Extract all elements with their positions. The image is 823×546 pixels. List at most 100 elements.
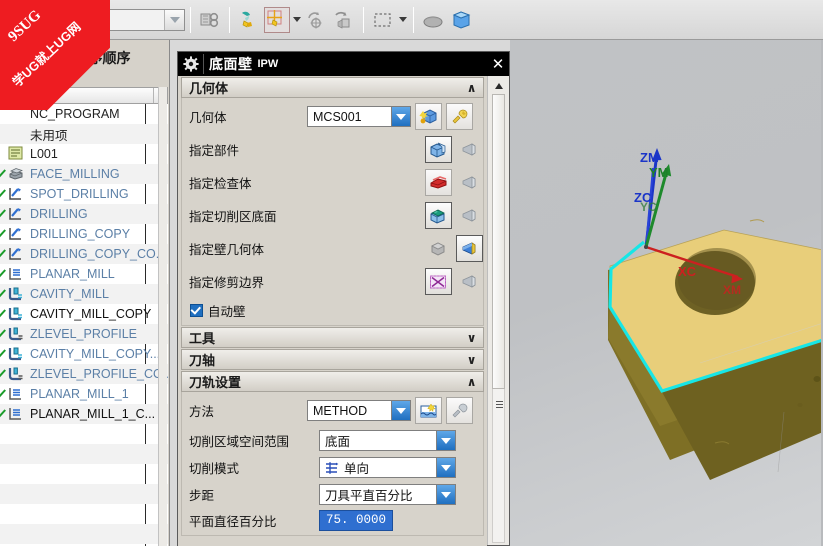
tree-row[interactable]: DRILLING_COPY_CO... (0, 244, 168, 264)
chevron-down-icon[interactable] (436, 431, 455, 450)
toolbar-grip[interactable] (2, 6, 9, 33)
dialog-title-text: 底面壁 (209, 56, 253, 72)
specify-trim-display-button[interactable] (456, 268, 484, 295)
specify-cut-floor-display-button[interactable] (456, 202, 484, 229)
wcs-dynamics-icon[interactable] (303, 7, 329, 33)
specify-part-select-button[interactable] (425, 136, 453, 163)
tree-row[interactable]: CAVITY_MILL_COPY... (0, 344, 168, 364)
tree-row[interactable]: NC_PROGRAM (0, 104, 168, 124)
specify-wall-select-button[interactable] (425, 235, 453, 262)
checkmark-icon[interactable] (0, 288, 7, 301)
dialog-body: 几何体 ∧ 几何体 MCS001 指定部件 指定检查体 指定切削区底面 指定壁几… (178, 76, 509, 546)
tree-row[interactable]: PLANAR_MILL_1_C... (0, 404, 168, 424)
tree-row[interactable]: DRILLING (0, 204, 168, 224)
left-panel-scrollbar[interactable] (158, 87, 167, 546)
chevron-down-icon[interactable]: ∨ (463, 329, 480, 346)
tree-row[interactable]: L001 (0, 144, 168, 164)
checkmark-icon[interactable] (0, 328, 7, 341)
edit-method-button[interactable] (446, 397, 473, 424)
dialog-vertical-scrollbar[interactable] (487, 76, 509, 545)
tree-row-label: PLANAR_MILL (30, 267, 115, 281)
edit-geometry-button[interactable] (446, 103, 473, 130)
flat-diameter-percent-input[interactable]: 75. 0000 (319, 509, 393, 531)
checkmark-icon[interactable] (0, 248, 7, 261)
solid-view-icon[interactable] (448, 7, 474, 33)
tree-row[interactable]: DRILLING_COPY (0, 224, 168, 244)
cut-region-extent-combo[interactable]: 底面 (319, 430, 456, 451)
checkmark-icon[interactable] (0, 228, 7, 241)
tree-row[interactable]: SPOT_DRILLING (0, 184, 168, 204)
wcs-orient-icon[interactable] (331, 7, 357, 33)
checkmark-icon[interactable] (0, 368, 7, 381)
tree-row[interactable] (0, 524, 168, 544)
auto-wall-checkbox[interactable] (190, 303, 203, 317)
wcs-display-icon[interactable] (236, 7, 262, 33)
new-geometry-button[interactable] (415, 103, 442, 130)
assembly-scope-combo[interactable]: 整个装配 (13, 8, 185, 31)
tree-row[interactable]: ZLEVEL_PROFILE_CO... (0, 364, 168, 384)
section-header-path-settings[interactable]: 刀轨设置 ∧ (181, 371, 485, 392)
new-method-button[interactable] (415, 397, 442, 424)
tree-row[interactable] (0, 484, 168, 504)
checkmark-icon[interactable] (0, 308, 7, 321)
checkmark-icon[interactable] (0, 188, 7, 201)
checkmark-icon[interactable] (0, 348, 7, 361)
part-hole-shadow (678, 248, 756, 310)
tree-row[interactable]: FACE_MILLING (0, 164, 168, 184)
none (8, 426, 26, 442)
tree-row[interactable] (0, 464, 168, 484)
tree-row[interactable]: CAVITY_MILL (0, 284, 168, 304)
cut-pattern-combo[interactable]: 单向 (319, 457, 456, 478)
section-header-tool[interactable]: 工具 ∨ (181, 327, 485, 348)
method-combo[interactable]: METHOD (307, 400, 411, 421)
cut-region-extent-value: 底面 (325, 435, 351, 449)
select-mode-dropdown-caret[interactable] (397, 7, 408, 33)
scroll-up-icon[interactable] (491, 78, 506, 93)
checkmark-icon[interactable] (0, 168, 7, 181)
tree-row[interactable] (0, 424, 168, 444)
section-header-geometry[interactable]: 几何体 ∧ (181, 77, 485, 98)
chevron-down-icon[interactable] (436, 485, 455, 504)
checkmark-icon[interactable] (0, 388, 7, 401)
specify-cut-floor-select-button[interactable] (425, 202, 453, 229)
graphics-viewport[interactable]: ZM YM ZC YC XC XM (510, 40, 823, 546)
stepover-combo[interactable]: 刀具平直百分比 (319, 484, 456, 505)
geometry-combo[interactable]: MCS001 (307, 106, 411, 127)
folder-icon (8, 106, 26, 122)
tree-row[interactable] (0, 504, 168, 524)
tree-row[interactable]: PLANAR_MILL (0, 264, 168, 284)
specify-part-display-button[interactable] (456, 136, 484, 163)
specify-check-display-button[interactable] (456, 169, 484, 196)
tree-column-header[interactable] (0, 87, 168, 104)
specify-trim-select-button[interactable] (425, 268, 453, 295)
specify-check-select-button[interactable] (425, 169, 453, 196)
chevron-down-icon[interactable] (164, 9, 184, 30)
checkmark-icon[interactable] (0, 408, 7, 421)
close-icon[interactable]: ✕ (487, 52, 509, 76)
chevron-up-icon[interactable]: ∧ (463, 373, 480, 390)
move-component-icon[interactable] (197, 7, 223, 33)
auto-wall-checkbox-row[interactable]: 自动壁 (182, 298, 483, 322)
tree-row[interactable]: PLANAR_MILL_1 (0, 384, 168, 404)
tree-row[interactable]: CAVITY_MILL_COPY (0, 304, 168, 324)
tree-row[interactable]: ZLEVEL_PROFILE (0, 324, 168, 344)
dialog-title-bar[interactable]: 底面壁 IPW ✕ (178, 52, 509, 76)
chevron-up-icon[interactable]: ∧ (463, 79, 480, 96)
tree-row[interactable]: 未用项 (0, 124, 168, 144)
operation-tree[interactable]: NC_PROGRAM 未用项 L001 FACE_MILLING SPOT_DRILLI… (0, 104, 168, 546)
tree-row-label: L001 (30, 147, 58, 161)
shaded-view-icon[interactable] (420, 7, 446, 33)
section-header-tool-axis[interactable]: 刀轴 ∨ (181, 349, 485, 370)
chevron-down-icon[interactable] (391, 401, 410, 420)
checkmark-icon[interactable] (0, 208, 7, 221)
chevron-down-icon[interactable] (391, 107, 410, 126)
rectangle-select-icon[interactable] (370, 7, 396, 33)
wcs-origin-icon[interactable] (264, 6, 290, 33)
tree-row[interactable] (0, 444, 168, 464)
checkmark-icon[interactable] (0, 268, 7, 281)
chevron-down-icon[interactable] (436, 458, 455, 477)
chevron-down-icon[interactable]: ∨ (463, 351, 480, 368)
specify-wall-display-button[interactable] (456, 235, 484, 262)
scrollbar-thumb[interactable] (492, 94, 506, 389)
wcs-origin-dropdown-caret[interactable] (291, 7, 302, 33)
